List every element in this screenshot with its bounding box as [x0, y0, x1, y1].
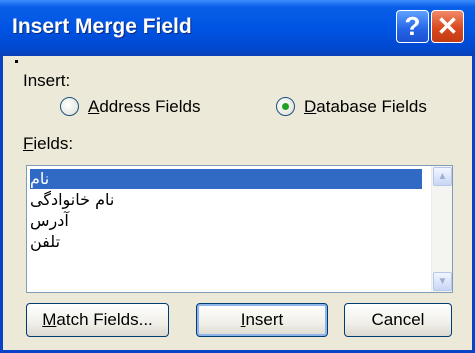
match-fields-button[interactable]: Match Fields...: [26, 303, 169, 337]
fields-listbox[interactable]: نام نام خانوادگی آدرس تلفن ▲ ▼: [26, 165, 453, 293]
focus-dot: [15, 60, 18, 63]
list-item[interactable]: نام: [30, 169, 422, 189]
scroll-up-button[interactable]: ▲: [433, 167, 452, 186]
scroll-down-button[interactable]: ▼: [433, 272, 452, 291]
up-arrow-icon: ▲: [437, 171, 448, 182]
fields-label: Fields:: [23, 134, 74, 153]
insert-merge-field-dialog: Insert Merge Field ? ✕ Insert: Address F…: [0, 0, 475, 353]
database-fields-radio[interactable]: [276, 97, 295, 116]
cancel-button[interactable]: Cancel: [344, 303, 452, 337]
help-button[interactable]: ?: [396, 10, 429, 43]
dialog-title: Insert Merge Field: [12, 15, 192, 38]
title-bar[interactable]: Insert Merge Field ? ✕: [0, 0, 475, 56]
insert-button[interactable]: Insert: [196, 303, 328, 337]
address-fields-radio[interactable]: [60, 97, 79, 116]
close-icon: ✕: [436, 11, 459, 41]
database-fields-label[interactable]: Database Fields: [304, 97, 427, 117]
list-item[interactable]: نام خانوادگی: [30, 190, 422, 210]
down-arrow-icon: ▼: [437, 276, 448, 287]
address-fields-label[interactable]: Address Fields: [88, 97, 200, 117]
close-button[interactable]: ✕: [431, 10, 464, 43]
help-icon: ?: [404, 11, 421, 41]
vertical-scrollbar[interactable]: ▲ ▼: [431, 166, 452, 292]
insert-label: Insert:: [23, 71, 71, 90]
list-item[interactable]: آدرس: [30, 211, 422, 231]
list-item[interactable]: تلفن: [30, 232, 422, 252]
